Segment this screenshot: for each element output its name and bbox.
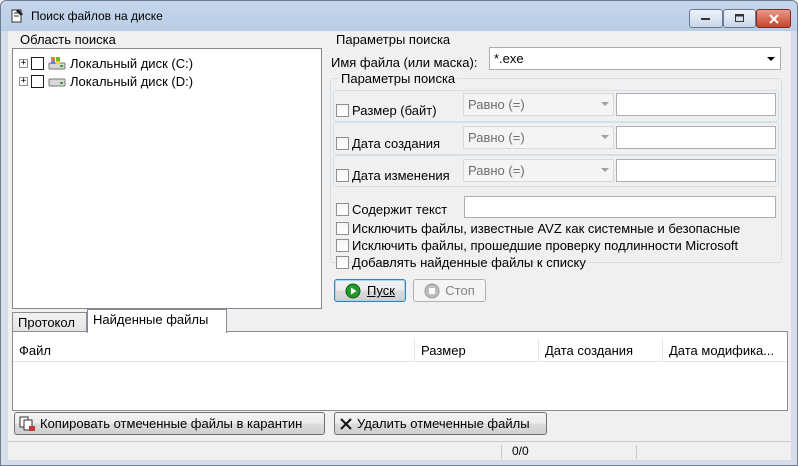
tab-protocol[interactable]: Протокол [12, 312, 87, 332]
maximize-icon [734, 14, 744, 22]
stop-icon [424, 283, 440, 298]
copy-quarantine-label: Копировать отмеченные файлы в карантин [40, 416, 303, 431]
add-to-list-checkbox[interactable] [336, 255, 349, 269]
chevron-down-icon [601, 102, 609, 106]
title-bar[interactable]: Поиск файлов на диске [1, 1, 797, 31]
drive-c-label: Локальный диск (C:) [70, 55, 194, 71]
column-header-modified[interactable]: Дата модифика... [663, 339, 787, 362]
column-header-size[interactable]: Размер [415, 339, 539, 362]
size-checkbox[interactable] [336, 103, 349, 117]
modified-row[interactable]: Дата изменения [336, 167, 450, 183]
window-title: Поиск файлов на диске [31, 9, 163, 23]
params-inner-label: Параметры поиска [339, 71, 458, 86]
column-size-label: Размер [421, 343, 466, 358]
start-button[interactable]: Пуск [334, 279, 406, 302]
size-operator-select[interactable]: Равно (=) [463, 93, 614, 116]
contains-checkbox[interactable] [336, 202, 349, 216]
results-table[interactable]: Файл Размер Дата создания Дата модифика.… [12, 331, 788, 411]
filename-value: *.exe [494, 51, 524, 66]
exclude-system-row[interactable]: Исключить файлы, известные AVZ как систе… [336, 220, 740, 236]
contains-row[interactable]: Содержит текст [336, 201, 447, 217]
created-row[interactable]: Дата создания [336, 135, 440, 151]
close-icon [768, 13, 779, 24]
close-button[interactable] [756, 9, 791, 28]
stop-label: Стоп [445, 283, 475, 298]
created-checkbox[interactable] [336, 136, 349, 150]
column-header-file[interactable]: Файл [13, 339, 415, 362]
created-label: Дата создания [352, 135, 441, 151]
search-area-label: Область поиска [18, 32, 118, 47]
filename-label: Имя файла (или маска): [331, 55, 478, 70]
search-files-window: Поиск файлов на диске Область поиска + Л… [0, 0, 798, 466]
drive-tree[interactable]: + Локальный диск (C:) + Локальный диск (… [12, 48, 322, 309]
copy-to-quarantine-button[interactable]: Копировать отмеченные файлы в карантин [14, 412, 325, 435]
start-label: Пуск [367, 283, 395, 298]
add-to-list-label: Добавлять найденные файлы к списку [352, 254, 586, 270]
status-counter: 0/0 [512, 444, 529, 458]
params-label: Параметры поиска [334, 32, 453, 47]
maximize-button[interactable] [723, 9, 756, 28]
chevron-down-icon [601, 135, 609, 139]
modified-date-input[interactable] [616, 159, 776, 182]
exclude-ms-checkbox[interactable] [336, 238, 349, 252]
modified-operator-value: Равно (=) [468, 163, 525, 178]
created-operator-value: Равно (=) [468, 130, 525, 145]
filename-combobox[interactable]: *.exe [489, 47, 781, 70]
size-row[interactable]: Размер (байт) [336, 102, 437, 118]
tree-item-drive-d[interactable]: + Локальный диск (D:) [19, 73, 193, 89]
column-modified-label: Дата модифика... [669, 343, 775, 358]
drive-d-label: Локальный диск (D:) [70, 73, 194, 89]
delete-marked-button[interactable]: Удалить отмеченные файлы [334, 412, 547, 435]
minimize-button[interactable] [689, 9, 723, 28]
drive-d-icon [48, 78, 66, 87]
tab-protocol-label: Протокол [18, 315, 75, 330]
modified-label: Дата изменения [352, 167, 450, 183]
exclude-system-label: Исключить файлы, известные AVZ как систе… [352, 220, 741, 236]
exclude-system-checkbox[interactable] [336, 221, 349, 235]
status-bar: 0/0 [8, 441, 791, 460]
status-separator [636, 445, 637, 459]
modified-checkbox[interactable] [336, 168, 349, 182]
created-operator-select[interactable]: Равно (=) [463, 126, 614, 149]
exclude-ms-row[interactable]: Исключить файлы, прошедшие проверку подл… [336, 237, 738, 253]
size-operator-value: Равно (=) [468, 97, 525, 112]
tree-item-drive-c[interactable]: + Локальный диск (C:) [19, 55, 193, 71]
chevron-down-icon[interactable] [767, 57, 775, 61]
window-client: Область поиска + Локальный диск (C:) + Л… [8, 31, 791, 460]
expand-icon[interactable]: + [19, 58, 28, 68]
add-to-list-row[interactable]: Добавлять найденные файлы к списку [336, 254, 586, 270]
contains-label: Содержит текст [352, 201, 448, 217]
stop-button[interactable]: Стоп [413, 279, 486, 302]
copy-quarantine-icon [19, 416, 35, 431]
modified-operator-select[interactable]: Равно (=) [463, 159, 614, 182]
play-icon [345, 283, 361, 298]
minimize-icon [701, 17, 710, 20]
exclude-ms-label: Исключить файлы, прошедшие проверку подл… [352, 237, 739, 253]
drive-c-icon [48, 57, 66, 70]
status-separator [501, 445, 502, 459]
app-icon [11, 9, 23, 23]
drive-d-checkbox[interactable] [31, 74, 44, 88]
chevron-down-icon [601, 168, 609, 172]
created-date-input[interactable] [616, 126, 776, 149]
column-created-label: Дата создания [545, 343, 634, 358]
size-value-input[interactable] [616, 93, 776, 116]
size-label: Размер (байт) [352, 102, 437, 118]
tab-found-files-label: Найденные файлы [93, 312, 209, 327]
tab-found-files[interactable]: Найденные файлы [87, 309, 227, 333]
expand-icon[interactable]: + [19, 76, 28, 86]
delete-marked-label: Удалить отмеченные файлы [357, 416, 530, 431]
column-header-created[interactable]: Дата создания [539, 339, 663, 362]
drive-c-checkbox[interactable] [31, 56, 44, 70]
column-file-label: Файл [19, 343, 51, 358]
delete-x-icon [340, 417, 352, 430]
contains-text-input[interactable] [464, 196, 776, 218]
